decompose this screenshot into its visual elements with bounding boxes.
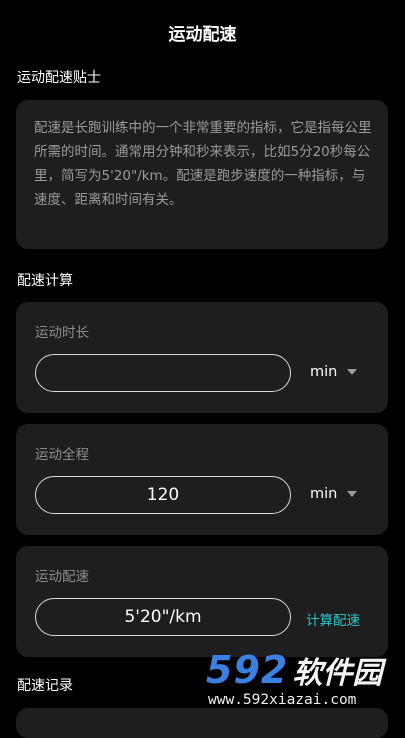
duration-label: 运动时长	[35, 325, 89, 341]
duration-unit-select[interactable]: min	[310, 364, 358, 380]
distance-unit-label: min	[310, 486, 338, 502]
tips-text: 配速是长跑训练中的一个非常重要的指标，它是指每公里所需的时间。通常用分钟和秒来表…	[34, 120, 372, 208]
distance-label: 运动全程	[35, 447, 89, 463]
calculator-heading: 配速计算	[17, 273, 73, 289]
watermark-url: www.592xiazai.com	[208, 692, 357, 708]
duration-input[interactable]	[35, 354, 291, 392]
distance-input[interactable]: 120	[35, 476, 291, 514]
watermark-number: 592	[206, 648, 289, 692]
records-heading: 配速记录	[17, 678, 73, 694]
duration-card: 运动时长 min	[16, 302, 388, 413]
calculate-pace-button[interactable]: 计算配速	[306, 609, 360, 629]
pace-label: 运动配速	[35, 569, 89, 585]
pace-output[interactable]: 5'20"/km	[35, 598, 291, 636]
pace-card: 运动配速 5'20"/km 计算配速	[16, 546, 388, 657]
chevron-down-icon	[347, 491, 358, 497]
distance-card: 运动全程 120 min	[16, 424, 388, 535]
tips-card: 配速是长跑训练中的一个非常重要的指标，它是指每公里所需的时间。通常用分钟和秒来表…	[16, 100, 388, 249]
duration-unit-label: min	[310, 364, 338, 380]
watermark-logo: 592 软件园 www.592xiazai.com	[206, 648, 401, 714]
chevron-down-icon	[347, 369, 358, 375]
watermark-name: 软件园	[292, 656, 383, 691]
distance-unit-select[interactable]: min	[310, 486, 358, 502]
page-title: 运动配速	[168, 25, 237, 45]
tips-heading: 运动配速贴士	[17, 70, 101, 86]
